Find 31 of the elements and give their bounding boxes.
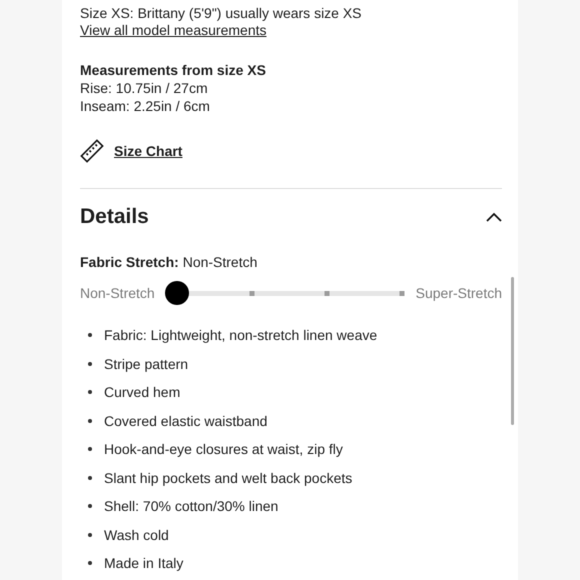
- measurements-link[interactable]: View all model measurements: [80, 22, 266, 38]
- min-label: Non-Stretch: [80, 285, 155, 301]
- bullet-icon: [88, 532, 92, 537]
- bullet-icon: [88, 418, 92, 423]
- bullet-icon: [88, 333, 92, 338]
- detail-item: Made in Italy: [104, 555, 184, 572]
- fabric-stretch-text: Fabric Stretch: Non-Stretch: [80, 253, 258, 271]
- detail-item: Fabric: Lightweight, non-stretch linen weave: [104, 327, 378, 344]
- slider-thumb[interactable]: [164, 281, 189, 305]
- detail-item: Covered elastic waistband: [104, 412, 268, 429]
- bullet-icon: [88, 390, 92, 394]
- detail-item: Slant hip pockets and welt back pockets: [104, 470, 352, 486]
- bullet-icon: [88, 504, 92, 508]
- bullet-icon: [88, 476, 92, 480]
- detail-item: Curved hem: [104, 384, 180, 400]
- max-label: Super-Stretch: [416, 285, 502, 301]
- bullet-icon: [88, 362, 92, 366]
- measurement-line: Rise: 10.75in / 27cm: [80, 79, 209, 97]
- size-chart-link[interactable]: Size Chart: [114, 143, 182, 159]
- model-info: Size XS: Brittany (5'9") usually wears size XS: [80, 4, 363, 22]
- detail-item: Shell: 70% cotton/30% linen: [104, 498, 278, 514]
- detail-item: Stripe pattern: [104, 356, 188, 372]
- ruler-icon: [80, 139, 104, 163]
- detail-item: Hook-and-eye closures at waist, zip fly: [104, 441, 343, 458]
- detail-item: Wash cold: [104, 526, 169, 543]
- bullet-icon: [88, 561, 92, 566]
- measurement-line: Inseam: 2.25in / 6cm: [80, 97, 211, 115]
- measurements-title: Measurements from size XS: [80, 61, 267, 79]
- bullet-icon: [88, 447, 92, 452]
- chevron-up-icon[interactable]: [486, 212, 502, 222]
- section-title: Details: [80, 205, 149, 229]
